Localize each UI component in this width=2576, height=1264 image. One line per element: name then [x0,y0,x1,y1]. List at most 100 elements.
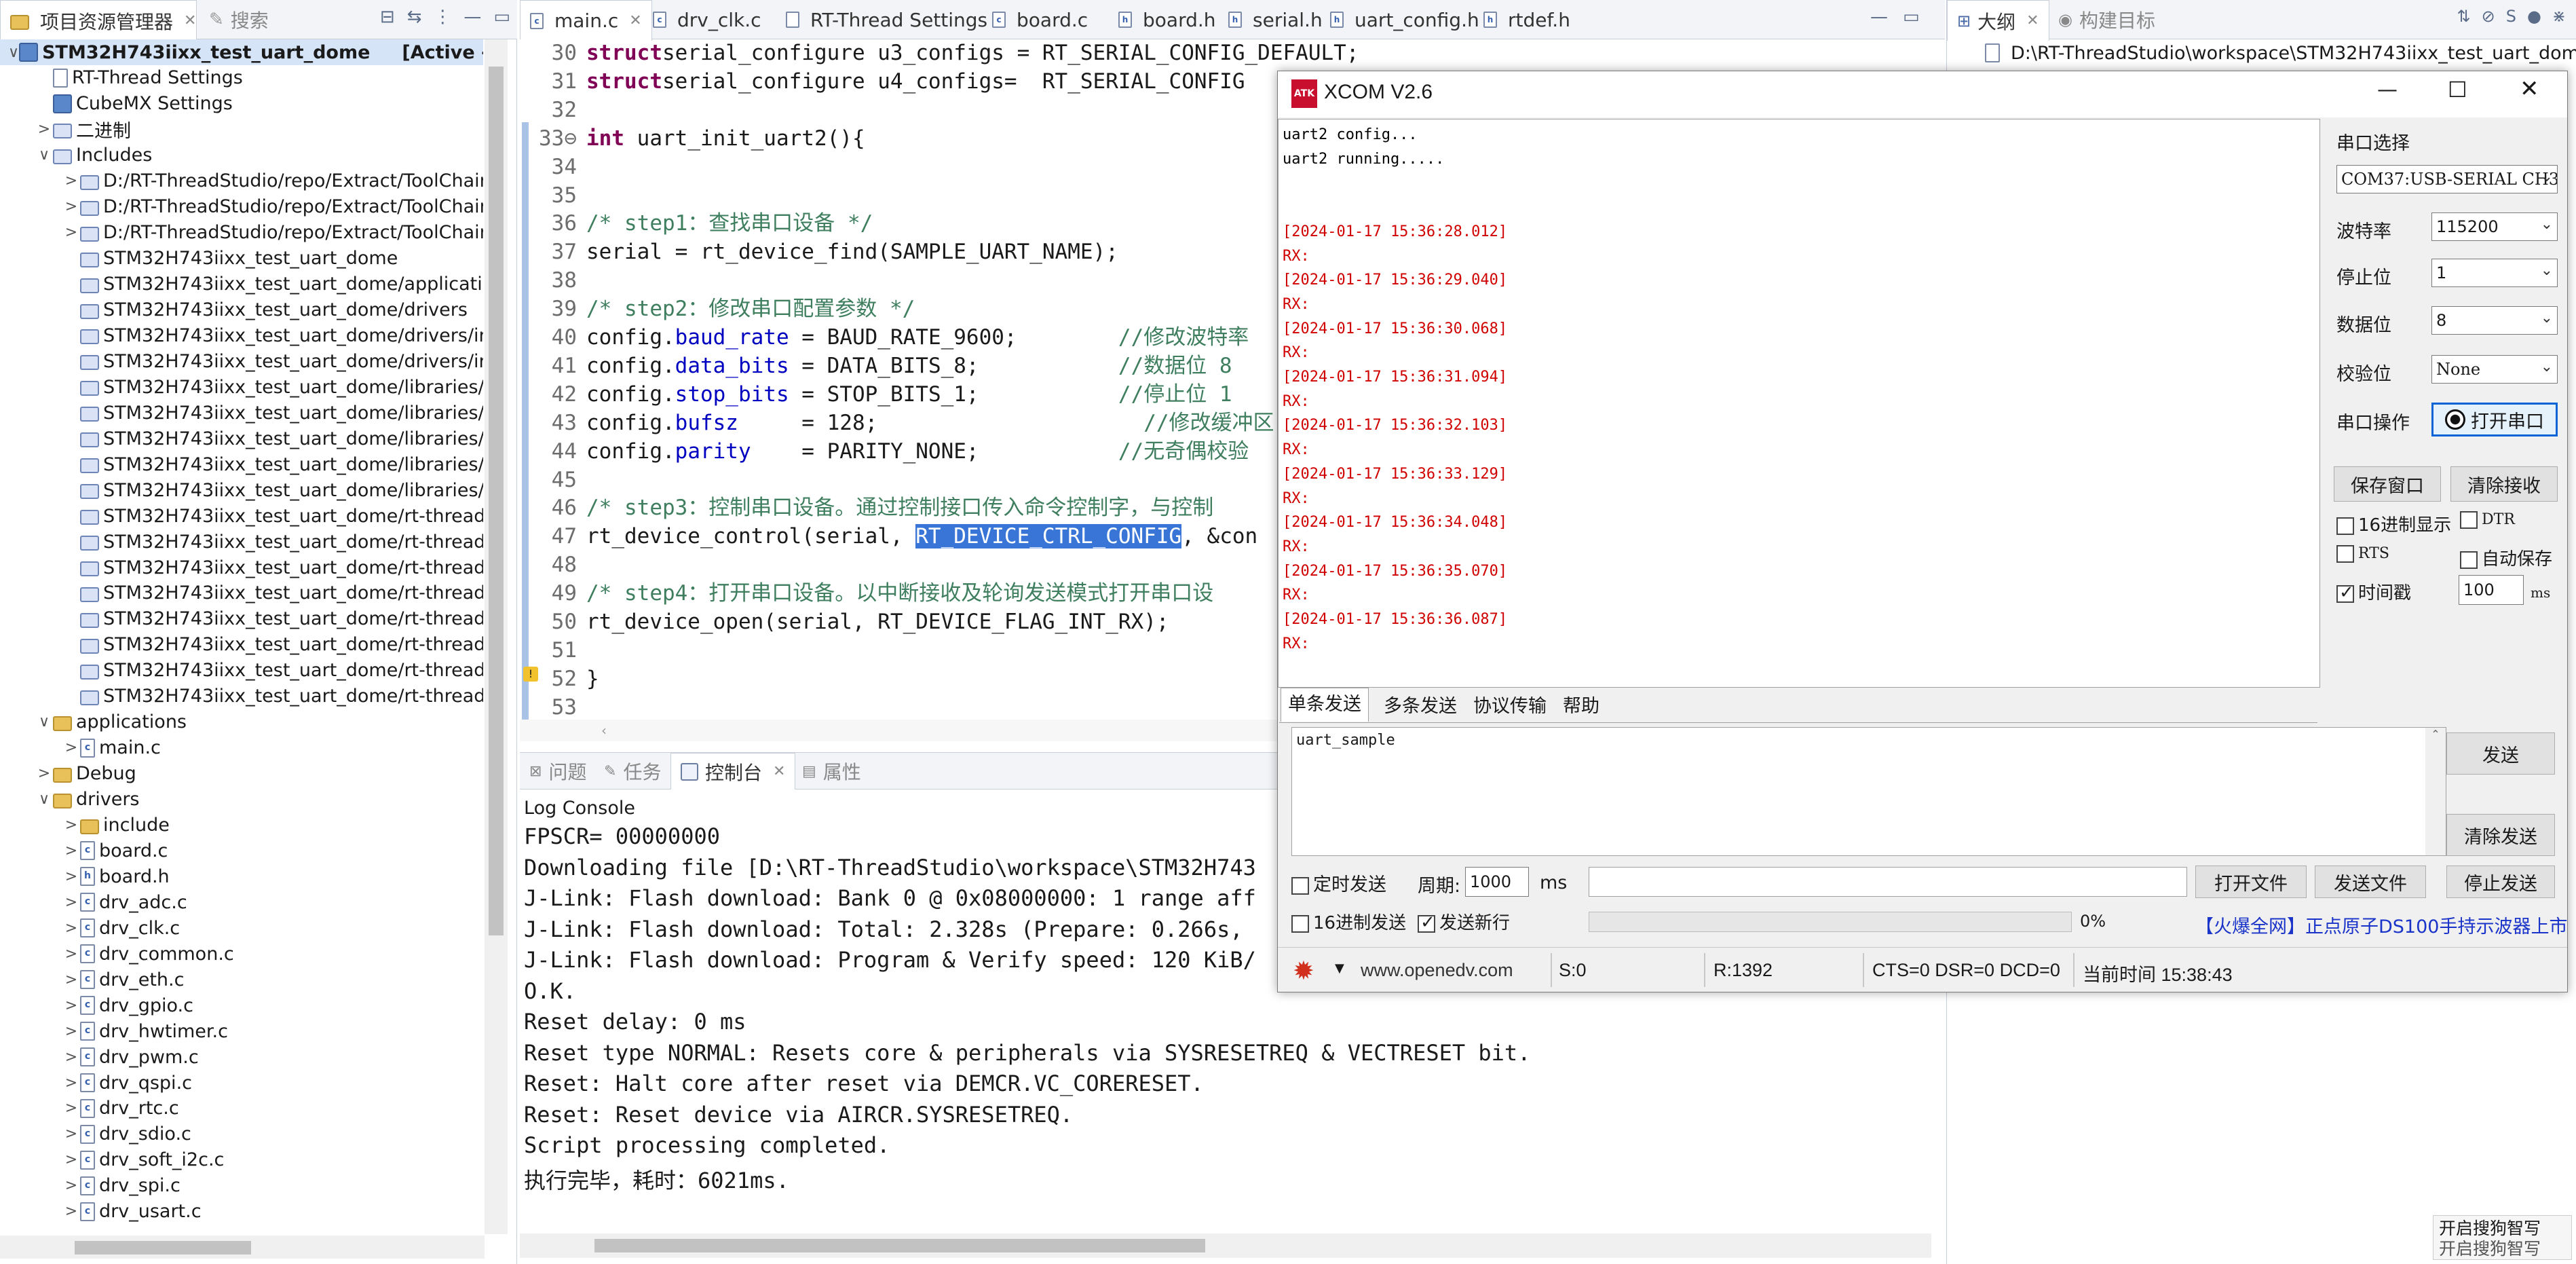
chevron-right-icon[interactable]: > [62,894,80,911]
tree-item[interactable]: STM32H743iixx_test_uart_dome/drivers [0,297,468,323]
open-file-button[interactable]: 打开文件 [2195,866,2307,898]
tree-item[interactable]: STM32H743iixx_test_uart_dome/drivers/inc [0,322,483,348]
timestamp-checkbox[interactable]: 时间戳 [2336,579,2411,604]
stop-bits-select[interactable]: 1 ⌄ [2431,259,2558,287]
chevron-right-icon[interactable]: > [62,997,80,1014]
send-newline-checkbox[interactable]: 发送新行 [1418,909,1510,934]
tree-item[interactable]: > c drv_common.c [0,941,234,967]
link-editor-icon[interactable]: ⇆ [407,7,422,27]
editor-tab[interactable]: h serial.h [1219,0,1332,39]
receive-area[interactable]: uart2 config... uart2 running..... [2024-0… [1278,119,2320,688]
collapse-all-icon[interactable]: ⊟ [380,7,395,27]
chevron-right-icon[interactable]: > [62,1151,80,1168]
tab-single-send[interactable]: 单条发送 [1281,688,1369,722]
tree-item[interactable]: RT-Thread Settings [0,65,243,91]
tree-item[interactable]: STM32H743iixx_test_uart_dome/libraries/C… [0,426,483,451]
code-line[interactable]: 48 [529,551,586,579]
clear-send-button[interactable]: 清除发送 [2446,814,2555,856]
code-line[interactable]: 34 [529,153,586,181]
code-line[interactable]: 38 [529,267,586,295]
tree-item[interactable]: ∨ STM32H743iixx_test_uart_dome [Active - … [0,39,483,65]
chevron-right-icon[interactable]: > [62,817,80,834]
tree-item[interactable]: ∨ Includes [0,143,152,168]
file-path-input[interactable] [1589,867,2187,897]
tab-outline[interactable]: ⊞ 大纲 ✕ [1947,0,2049,41]
chevron-down-icon[interactable]: ∨ [35,147,53,164]
tab-search[interactable]: ✎ 搜索 [200,0,278,39]
sort-icon[interactable]: ⇅ [2457,7,2470,26]
tab-protocol[interactable]: 协议传输 [1469,692,1551,722]
tab-console[interactable]: 控制台 ✕ [670,753,796,789]
scrollbar-thumb[interactable] [594,1239,1205,1252]
tree-item[interactable]: > c drv_usart.c [0,1199,202,1225]
outline-item[interactable]: D:\RT-ThreadStudio\workspace\STM32H743ii… [1985,39,2576,67]
tree-item[interactable]: > c drv_adc.c [0,889,187,915]
code-line[interactable]: 40 config.baud_rate = BAUD_RATE_9600; //修… [529,324,1249,352]
chevron-right-icon[interactable]: > [35,121,53,138]
save-window-button[interactable]: 保存窗口 [2334,466,2441,502]
timestamp-interval-input[interactable]: 100 [2459,575,2524,605]
timed-send-checkbox[interactable]: 定时发送 [1291,870,1386,896]
tree-item[interactable]: > c drv_spi.c [0,1173,181,1199]
chevron-down-icon[interactable]: ∨ [35,713,53,730]
tab-multi-send[interactable]: 多条发送 [1380,692,1461,722]
group-icon[interactable]: ⋇ [2552,7,2566,26]
chevron-right-icon[interactable]: > [62,224,80,241]
tree-item[interactable]: > c drv_gpio.c [0,992,193,1018]
code-line[interactable]: 37 serial = rt_device_find(SAMPLE_UART_NA… [529,238,1118,266]
tree-item[interactable]: STM32H743iixx_test_uart_dome/rt-thread/l [0,684,483,709]
editor-tab[interactable]: c main.c ✕ [520,0,652,41]
chevron-right-icon[interactable]: > [62,1203,80,1220]
editor-tab[interactable]: h board.h [1109,0,1226,39]
tree-item[interactable]: STM32H743iixx_test_uart_dome/rt-thread/l [0,658,483,684]
code-line[interactable]: 51 [529,637,586,665]
minimize-icon[interactable]: — [463,7,481,27]
tree-item[interactable]: STM32H743iixx_test_uart_dome/rt-thread/c [0,529,483,555]
code-line[interactable]: 44 config.parity = PARITY_NONE; //无奇偶校验 [529,438,1249,466]
tree-item[interactable]: > include [0,813,170,838]
close-icon[interactable]: ✕ [629,12,641,29]
code-line[interactable]: 32 [529,96,586,124]
send-file-button[interactable]: 发送文件 [2315,866,2426,898]
tree-item[interactable]: > h board.h [0,863,170,889]
code-line[interactable]: 50 rt_device_open(serial, RT_DEVICE_FLAG_… [529,608,1169,636]
tree-item[interactable]: > Debug [0,761,136,787]
tree-item[interactable]: > c drv_sdio.c [0,1121,191,1147]
hide-static-icon[interactable]: S [2506,7,2516,26]
code-line[interactable]: 39 /* step2：修改串口配置参数 */ [529,295,915,323]
chevron-right-icon[interactable]: > [62,1177,80,1194]
console-horizontal-scrollbar[interactable] [520,1233,1931,1258]
chevron-right-icon[interactable]: > [62,971,80,988]
parity-select[interactable]: None ⌄ [2431,355,2558,384]
tab-properties[interactable]: ▤ 属性 [793,753,871,789]
tree-vertical-scrollbar[interactable] [485,39,508,1234]
chevron-down-icon[interactable]: ∨ [35,791,53,808]
ime-indicator[interactable]: 开启搜狗智写 开启搜狗智写 [2433,1215,2572,1260]
rts-checkbox[interactable]: RTS [2336,545,2389,563]
editor-tab[interactable]: c board.c [983,0,1097,39]
tree-item[interactable]: > c drv_pwm.c [0,1044,199,1070]
chevron-right-icon[interactable]: > [62,920,80,937]
code-line[interactable]: 42 config.stop_bits = STOP_BITS_1; //停止位 … [529,381,1232,409]
tree-item[interactable]: > c drv_eth.c [0,967,185,992]
period-input[interactable]: 1000 [1465,867,1529,897]
chevron-right-icon[interactable]: > [62,1049,80,1066]
tree-item[interactable]: ∨ drivers [0,787,140,813]
close-icon[interactable]: ✕ [773,763,785,780]
chevron-right-icon[interactable]: > [35,765,53,782]
baud-rate-select[interactable]: 115200 ⌄ [2431,212,2558,241]
code-line[interactable]: 31 structserial_configure u4_configs= RT_… [529,68,1245,96]
hex-display-checkbox[interactable]: 16进制显示 [2336,511,2451,536]
code-line[interactable]: 43 config.bufsz = 128; //修改缓冲区 [529,409,1274,437]
code-line[interactable]: 52} [529,665,599,693]
open-port-button[interactable]: 打开串口 [2431,403,2558,436]
code-line[interactable]: 33⊖ int uart_init_uart2(){ [529,125,865,153]
close-icon[interactable]: ✕ [2026,12,2039,29]
tree-item[interactable]: > c main.c [0,735,161,761]
tree-item[interactable]: > c drv_hwtimer.c [0,1018,228,1044]
tab-help[interactable]: 帮助 [1559,692,1604,722]
clear-receive-button[interactable]: 清除接收 [2450,466,2558,502]
tab-problems[interactable]: ⊠ 问题 [520,753,596,789]
tree-item[interactable]: > c board.c [0,838,168,863]
chevron-right-icon[interactable]: > [62,946,80,963]
